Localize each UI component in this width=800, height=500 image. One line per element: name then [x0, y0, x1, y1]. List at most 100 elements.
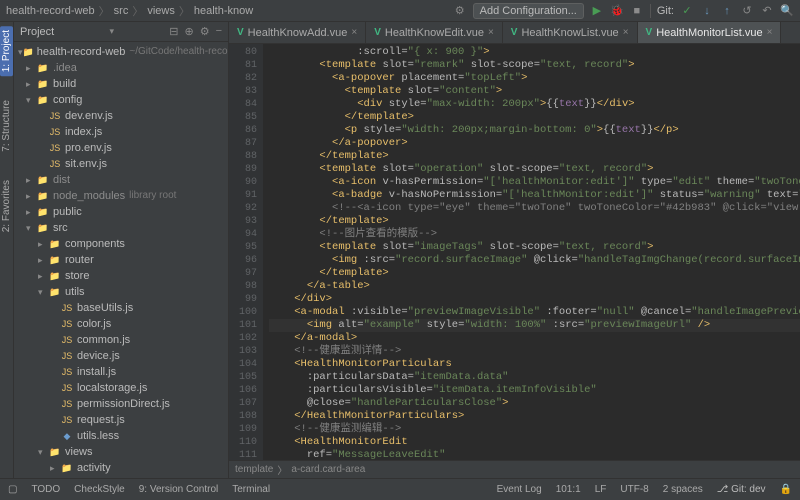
- tree-row[interactable]: JSdevice.js: [14, 348, 228, 364]
- toolwindow-quick[interactable]: ▢: [8, 484, 17, 495]
- tree-row[interactable]: JSlocalstorage.js: [14, 380, 228, 396]
- editor-tab[interactable]: VHealthKnowEdit.vue×: [366, 22, 503, 43]
- tree-row[interactable]: JSpermissionDirect.js: [14, 396, 228, 412]
- breadcrumb-segment[interactable]: health-know: [194, 5, 253, 17]
- tree-row[interactable]: ▸📁node_moduleslibrary root: [14, 188, 228, 204]
- hammer-icon[interactable]: ⚙: [453, 4, 467, 18]
- vcs-revert-icon[interactable]: ↶: [760, 4, 774, 18]
- file-icon: 📁: [36, 220, 50, 236]
- tree-row[interactable]: ▸📁components: [14, 236, 228, 252]
- file-icon: 📁: [48, 444, 62, 460]
- tree-row[interactable]: ▾📁config: [14, 92, 228, 108]
- expand-arrow-icon[interactable]: ▸: [38, 252, 48, 268]
- breadcrumb-segment[interactable]: health-record-web: [6, 5, 95, 17]
- tree-row[interactable]: ▾📁health-record-web~/GitCode/health-reco…: [14, 44, 228, 60]
- run-icon[interactable]: ▶: [590, 4, 604, 18]
- tree-row[interactable]: ▸📁activity: [14, 460, 228, 476]
- tree-row[interactable]: ▸📁article: [14, 476, 228, 478]
- expand-arrow-icon[interactable]: ▸: [38, 236, 48, 252]
- file-icon: 📁: [60, 460, 74, 476]
- file-icon: JS: [48, 124, 62, 140]
- tree-row[interactable]: ▾📁utils: [14, 284, 228, 300]
- vcs-update-icon[interactable]: ✓: [680, 4, 694, 18]
- line-sep[interactable]: LF: [595, 484, 607, 495]
- bottom-toolwindow-tab[interactable]: CheckStyle: [74, 484, 125, 495]
- tree-row[interactable]: JSpro.env.js: [14, 140, 228, 156]
- debug-icon[interactable]: 🐞: [610, 4, 624, 18]
- expand-arrow-icon[interactable]: ▸: [26, 172, 36, 188]
- expand-arrow-icon[interactable]: ▾: [26, 92, 36, 108]
- close-icon[interactable]: ×: [351, 27, 357, 38]
- expand-arrow-icon[interactable]: ▸: [38, 268, 48, 284]
- tree-row[interactable]: ▸📁.idea: [14, 60, 228, 76]
- tree-label: activity: [77, 460, 111, 476]
- tree-row[interactable]: JSbaseUtils.js: [14, 300, 228, 316]
- editor-tab[interactable]: VHealthKnowList.vue×: [503, 22, 638, 43]
- tree-label: sit.env.js: [65, 156, 107, 172]
- bottom-toolwindow-tab[interactable]: TODO: [31, 484, 60, 495]
- tree-row[interactable]: JScolor.js: [14, 316, 228, 332]
- code-content[interactable]: :scroll="{ x: 900 }"> <template slot="re…: [263, 44, 800, 460]
- vcs-push-icon[interactable]: ↑: [720, 4, 734, 18]
- tree-row[interactable]: ▸📁store: [14, 268, 228, 284]
- expand-arrow-icon[interactable]: ▾: [26, 220, 36, 236]
- tree-row[interactable]: JSsit.env.js: [14, 156, 228, 172]
- gear-icon[interactable]: ⚙: [200, 25, 210, 38]
- tree-label: common.js: [77, 332, 130, 348]
- toolwindow-tab[interactable]: 2: Favorites: [0, 176, 13, 236]
- run-config-dropdown[interactable]: Add Configuration...: [473, 3, 584, 19]
- tree-row[interactable]: JSdev.env.js: [14, 108, 228, 124]
- tree-row[interactable]: ▸📁dist: [14, 172, 228, 188]
- tree-row[interactable]: ◆utils.less: [14, 428, 228, 444]
- git-branch[interactable]: ⎇ Git: dev: [717, 484, 766, 495]
- event-log[interactable]: Event Log: [497, 484, 542, 495]
- tree-row[interactable]: JScommon.js: [14, 332, 228, 348]
- hide-icon[interactable]: −: [216, 25, 222, 38]
- tree-row[interactable]: ▾📁views: [14, 444, 228, 460]
- tree-row[interactable]: ▸📁build: [14, 76, 228, 92]
- encoding[interactable]: UTF-8: [620, 484, 648, 495]
- toolwindow-tab[interactable]: 7: Structure: [0, 96, 13, 156]
- locate-icon[interactable]: ⊕: [184, 25, 193, 38]
- tree-row[interactable]: ▾📁src: [14, 220, 228, 236]
- search-icon[interactable]: 🔍: [780, 4, 794, 18]
- breadcrumb-segment[interactable]: src: [114, 5, 129, 17]
- tree-row[interactable]: JSindex.js: [14, 124, 228, 140]
- expand-arrow-icon[interactable]: ▸: [50, 460, 60, 476]
- vcs-history-icon[interactable]: ↺: [740, 4, 754, 18]
- bottom-toolwindow-tab[interactable]: 9: Version Control: [139, 484, 219, 495]
- close-icon[interactable]: ×: [767, 27, 773, 38]
- indent[interactable]: 2 spaces: [663, 484, 703, 495]
- tree-row[interactable]: ▸📁router: [14, 252, 228, 268]
- tab-label: HealthKnowList.vue: [521, 27, 618, 39]
- tree-row[interactable]: ▸📁public: [14, 204, 228, 220]
- file-icon: 📁: [36, 188, 50, 204]
- vcs-commit-icon[interactable]: ↓: [700, 4, 714, 18]
- close-icon[interactable]: ×: [488, 27, 494, 38]
- toolwindow-tab[interactable]: 1: Project: [0, 26, 13, 76]
- titlebar: health-record-web〉src〉views〉health-know …: [0, 0, 800, 22]
- expand-arrow-icon[interactable]: ▾: [38, 284, 48, 300]
- expand-arrow-icon[interactable]: ▾: [38, 444, 48, 460]
- bottom-toolwindow-tab[interactable]: Terminal: [232, 484, 270, 495]
- project-tree[interactable]: ▾📁health-record-web~/GitCode/health-reco…: [14, 42, 228, 478]
- expand-arrow-icon[interactable]: ▸: [26, 188, 36, 204]
- editor-breadcrumb-segment[interactable]: template: [235, 464, 273, 475]
- project-view-dropdown-icon[interactable]: ▾: [109, 26, 114, 37]
- tree-row[interactable]: JSrequest.js: [14, 412, 228, 428]
- tree-row[interactable]: JSinstall.js: [14, 364, 228, 380]
- expand-arrow-icon[interactable]: ▸: [50, 476, 60, 478]
- collapse-icon[interactable]: ⊟: [169, 25, 178, 38]
- editor-tab[interactable]: VHealthMonitorList.vue×: [638, 22, 782, 43]
- close-icon[interactable]: ×: [623, 27, 629, 38]
- editor-body[interactable]: 8081828384858687888990919293949596979899…: [229, 44, 800, 460]
- editor-tab[interactable]: VHealthKnowAdd.vue×: [229, 22, 366, 43]
- expand-arrow-icon[interactable]: ▸: [26, 204, 36, 220]
- expand-arrow-icon[interactable]: ▸: [26, 60, 36, 76]
- stop-icon[interactable]: ■: [630, 4, 644, 18]
- expand-arrow-icon[interactable]: ▸: [26, 76, 36, 92]
- breadcrumb-segment[interactable]: views: [147, 5, 175, 17]
- lock-icon[interactable]: 🔒: [780, 484, 792, 495]
- editor-breadcrumb[interactable]: template〉a-card.card-area: [229, 460, 800, 478]
- editor-breadcrumb-segment[interactable]: a-card.card-area: [291, 464, 365, 475]
